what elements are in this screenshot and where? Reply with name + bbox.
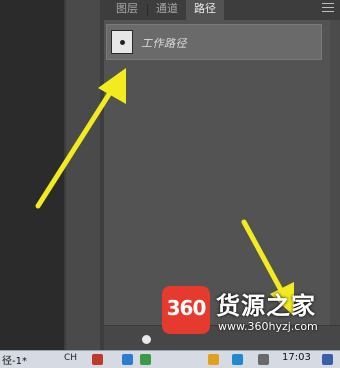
watermark-logo-text: 360 [166,296,207,320]
watermark-logo: 360 [162,286,210,334]
site-watermark: 360 货源之家 www.360hyzj.com [160,280,340,344]
watermark-title: 货源之家 [216,292,316,320]
arrow-to-path-item [35,68,126,209]
watermark-url: www.360hyzj.com [218,320,318,333]
